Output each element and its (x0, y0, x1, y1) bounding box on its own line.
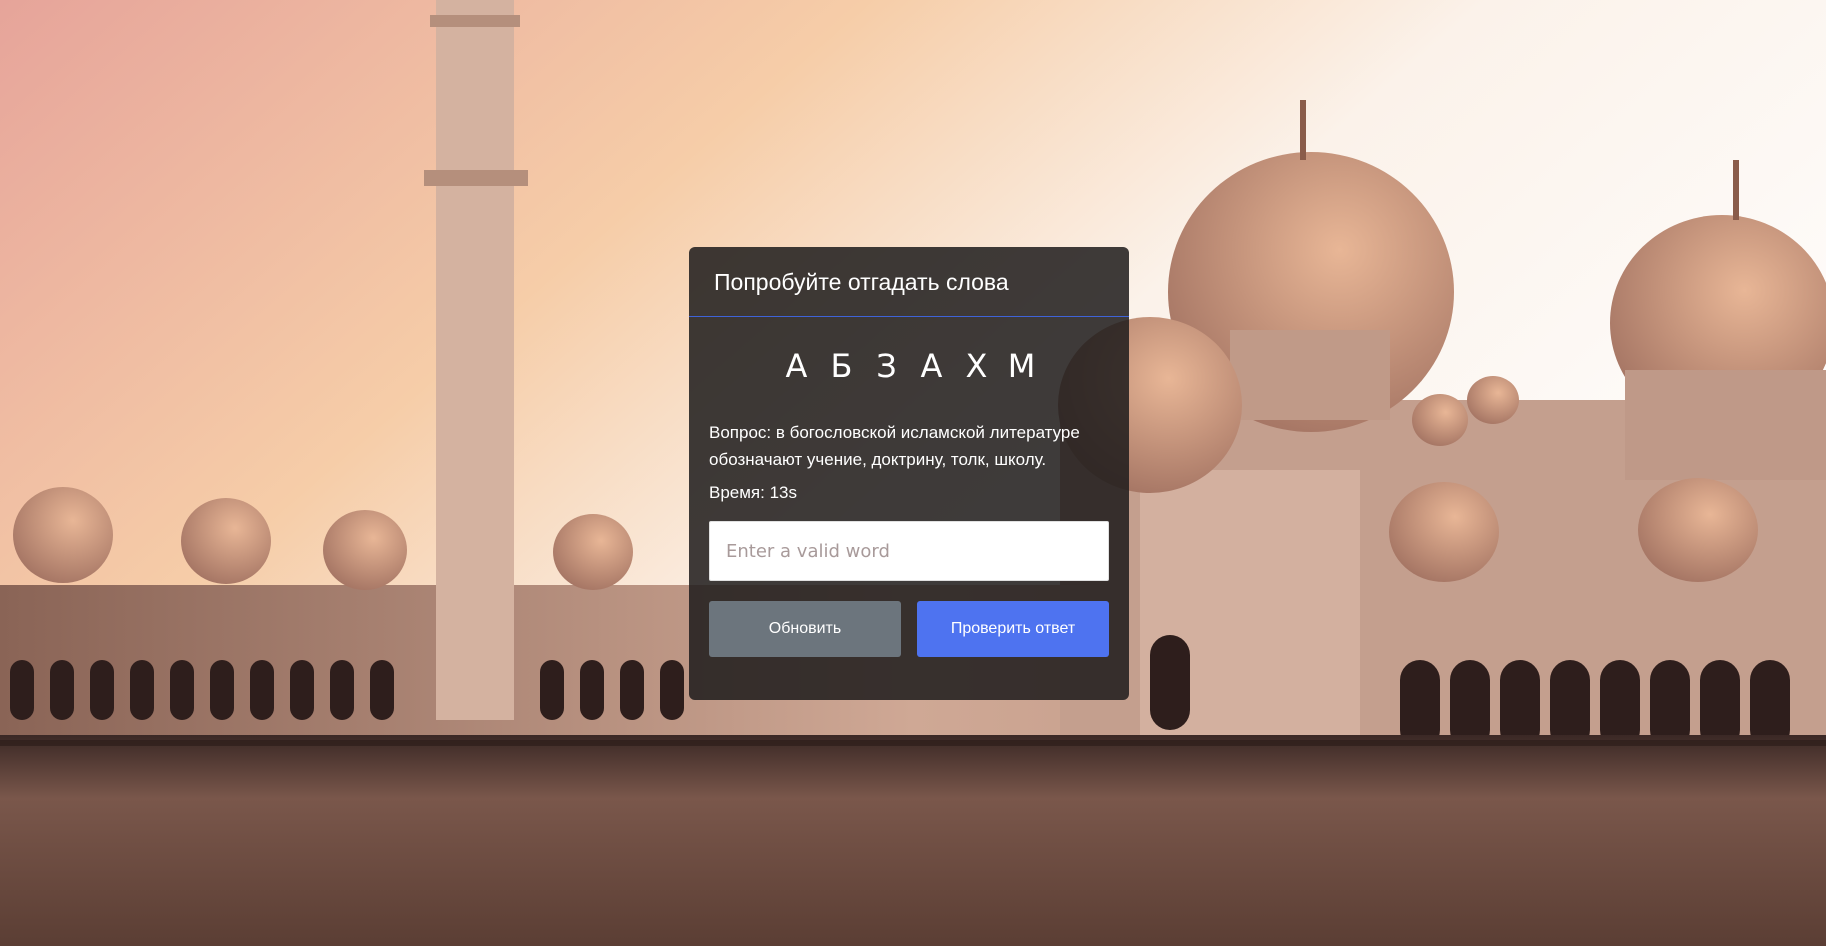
timer-text: Время: 13s (709, 483, 797, 502)
question-text: Вопрос: в богословской исламской литерат… (709, 423, 1080, 469)
word-game-card: Попробуйте отгадать слова А Б З А Х М Во… (689, 247, 1129, 700)
letter-tiles: А Б З А Х М (689, 347, 1129, 387)
letter-tile: А (785, 347, 808, 385)
letter-tile: Б (830, 347, 853, 385)
letter-tile: М (1007, 347, 1036, 385)
letter-tile: Х (965, 347, 988, 385)
check-answer-button[interactable]: Проверить ответ (917, 601, 1109, 657)
letter-tile: А (920, 347, 943, 385)
card-header: Попробуйте отгадать слова (689, 247, 1129, 317)
refresh-button[interactable]: Обновить (709, 601, 901, 657)
letter-tile: З (876, 347, 897, 385)
word-input[interactable] (709, 521, 1109, 581)
page-background: Попробуйте отгадать слова А Б З А Х М Во… (0, 0, 1826, 946)
action-buttons: Обновить Проверить ответ (709, 601, 1109, 657)
card-title: Попробуйте отгадать слова (714, 269, 1009, 295)
